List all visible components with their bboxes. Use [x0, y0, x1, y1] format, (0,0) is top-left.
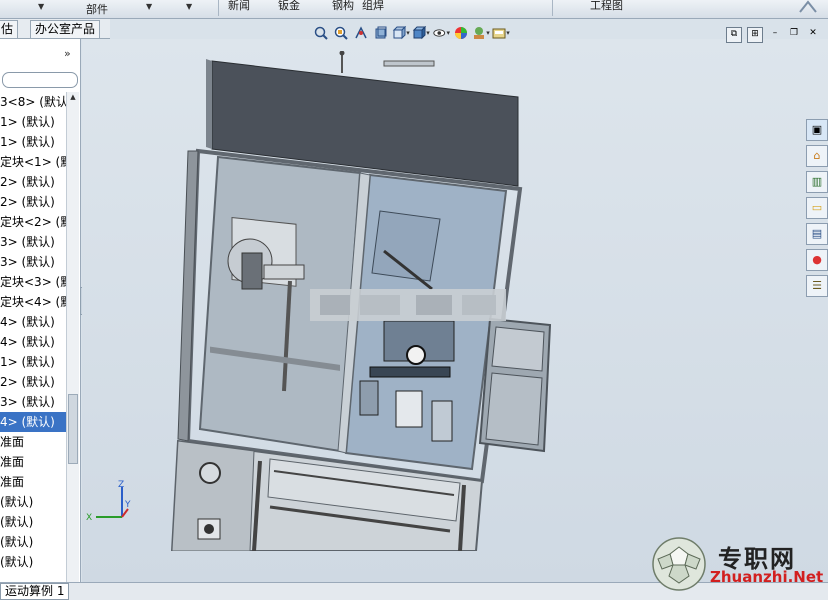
tree-item[interactable]: 4> (默认)	[0, 412, 66, 432]
scrollbar-thumb[interactable]	[68, 394, 78, 464]
watermark-url: Zhuanzhi.Net	[710, 568, 824, 586]
ribbon-item-c[interactable]: 钢构	[332, 0, 354, 13]
tree-item[interactable]: 2> (默认)	[0, 192, 66, 212]
ribbon-item-d[interactable]: 组焊	[362, 0, 384, 13]
tree-item[interactable]: 3> (默认)	[0, 392, 66, 412]
restore-icon[interactable]: ⧉	[726, 27, 742, 43]
graphics-viewport[interactable]: ▾ ▾ ▾ ▾ ▾ ⧉ ⊞ – ❐ ✕ ▣ ⌂ ▥ ▭ ▤ ● ☰ Z X Y	[82, 26, 828, 582]
ribbon-item-e[interactable]: 工程图	[590, 0, 623, 13]
tree-item[interactable]: 准面	[0, 472, 66, 492]
view-orientation-icon[interactable]: ▾	[392, 24, 410, 42]
ribbon-item-a[interactable]: 新闻	[228, 0, 250, 13]
feature-tree: 3<8> (默认 1> (默认) 1> (默认) 定块<1> (默 2> (默认) 2> …	[0, 92, 66, 572]
tree-item[interactable]: 1> (默认)	[0, 112, 66, 132]
appearances-icon[interactable]: ●	[806, 249, 828, 271]
maximize-icon[interactable]: ❐	[787, 27, 801, 41]
ribbon-item-b[interactable]: 钣金	[278, 0, 300, 13]
file-explorer-icon[interactable]: ▭	[806, 197, 828, 219]
triad-x-label: X	[86, 513, 92, 523]
filter-input[interactable]	[2, 72, 78, 88]
tree-item[interactable]: (默认)	[0, 532, 66, 552]
view-settings-icon[interactable]: ▾	[492, 24, 510, 42]
ribbon-dropdown-icon[interactable]: ▼	[186, 2, 192, 11]
tree-item[interactable]: 定块<4> (默	[0, 292, 66, 312]
minimize-icon[interactable]: –	[768, 27, 782, 41]
home-icon[interactable]: ⌂	[806, 145, 828, 167]
tab-motion-study[interactable]: 运动算例 1	[0, 583, 70, 600]
appearance-icon[interactable]	[452, 24, 470, 42]
close-icon[interactable]: ✕	[806, 27, 820, 41]
tree-item[interactable]: 定块<3> (默	[0, 272, 66, 292]
tree-item[interactable]: 定块<2> (默	[0, 212, 66, 232]
tree-scrollbar[interactable]: ▲ ▼	[66, 92, 79, 582]
tree-item[interactable]: 准面	[0, 452, 66, 472]
command-tab-row: 估 办公室产品	[0, 19, 110, 39]
scroll-up-icon[interactable]: ▲	[68, 92, 78, 102]
ribbon-dropdown-icon[interactable]: ▼	[38, 2, 44, 11]
app-logo-icon	[799, 0, 817, 13]
tree-item[interactable]: 3<8> (默认	[0, 92, 66, 112]
triad-z-label: Z	[118, 480, 124, 490]
zoom-to-fit-icon[interactable]	[312, 24, 330, 42]
hide-show-icon[interactable]: ▾	[432, 24, 450, 42]
scene-icon[interactable]: ▾	[472, 24, 490, 42]
tab-evaluate[interactable]: 估	[0, 20, 19, 38]
machine-assembly-model[interactable]	[170, 51, 650, 551]
feature-manager-panel: » 3<8> (默认 1> (默认) 1> (默认) 定块<1> (默 2> (默认) 2…	[0, 39, 81, 582]
tree-item[interactable]: (默认)	[0, 512, 66, 532]
ribbon-strip: 部件 ▼ ▼ ▼ 新闻 钣金 钢构 组焊 工程图	[0, 0, 828, 19]
watermark: 专职网 Zhuanzhi.Net	[648, 535, 828, 591]
tree-item[interactable]: 准面	[0, 432, 66, 452]
tree-item[interactable]: 1> (默认)	[0, 132, 66, 152]
zoom-area-icon[interactable]	[332, 24, 350, 42]
task-pane: ▣ ⌂ ▥ ▭ ▤ ● ☰	[806, 119, 828, 301]
tree-item[interactable]: 定块<1> (默	[0, 152, 66, 172]
tree-item[interactable]: 3> (默认)	[0, 232, 66, 252]
viewport-window-controls: ⧉ ⊞ – ❐ ✕	[726, 27, 820, 43]
custom-properties-icon[interactable]: ☰	[806, 275, 828, 297]
ribbon-dropdown-icon[interactable]: ▼	[146, 2, 152, 11]
tree-item[interactable]: (默认)	[0, 552, 66, 572]
reference-triad-icon: Z X Y	[86, 480, 131, 523]
previous-view-icon[interactable]	[352, 24, 370, 42]
tree-item[interactable]: 2> (默认)	[0, 372, 66, 392]
section-view-icon[interactable]	[372, 24, 390, 42]
triad-y-label: Y	[124, 500, 131, 510]
heads-up-view-toolbar: ▾ ▾ ▾ ▾ ▾	[312, 23, 510, 43]
ribbon-parts-label[interactable]: 部件	[86, 1, 108, 17]
tab-office-products[interactable]: 办公室产品	[30, 20, 101, 38]
tree-item[interactable]: 3> (默认)	[0, 252, 66, 272]
tree-item[interactable]: 4> (默认)	[0, 312, 66, 332]
double-chevron-right-icon[interactable]: »	[64, 47, 71, 60]
tile-icon[interactable]: ⊞	[747, 27, 763, 43]
design-library-icon[interactable]: ▥	[806, 171, 828, 193]
ribbon-divider	[552, 0, 553, 16]
tree-item[interactable]: 2> (默认)	[0, 172, 66, 192]
view-palette-icon[interactable]: ▤	[806, 223, 828, 245]
tree-item[interactable]: 1> (默认)	[0, 352, 66, 372]
solidworks-resources-icon[interactable]: ▣	[806, 119, 828, 141]
display-style-icon[interactable]: ▾	[412, 24, 430, 42]
tree-item[interactable]: (默认)	[0, 492, 66, 512]
ribbon-divider	[218, 0, 219, 16]
watermark-logo-icon	[652, 537, 706, 591]
tree-item[interactable]: 4> (默认)	[0, 332, 66, 352]
